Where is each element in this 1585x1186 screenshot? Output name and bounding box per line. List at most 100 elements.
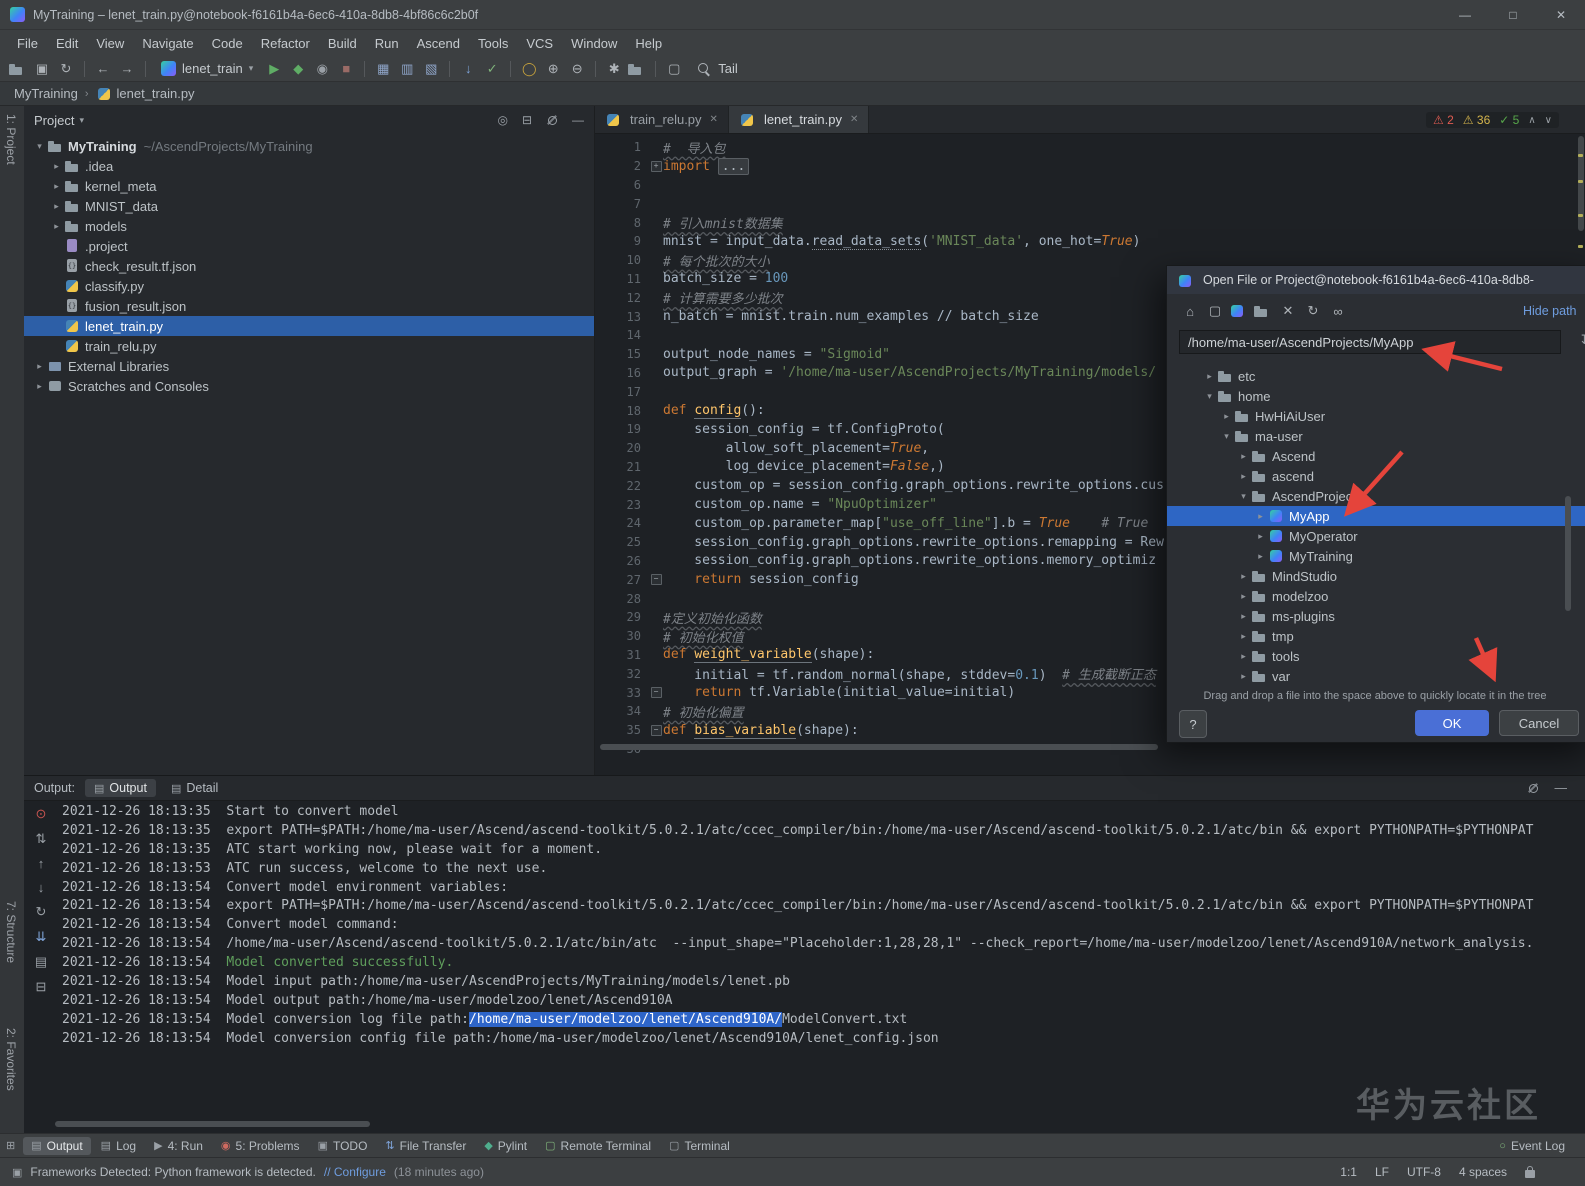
soft-wrap-icon[interactable]: ⇅	[36, 831, 47, 847]
menu-edit[interactable]: Edit	[47, 34, 87, 53]
clear-output-icon[interactable]: ⊟	[36, 979, 47, 995]
vcs-update-icon[interactable]: ↓	[457, 59, 479, 79]
prev-issue-icon[interactable]: ∧	[1528, 115, 1535, 126]
symlink-icon[interactable]: ∞	[1327, 301, 1349, 321]
output-horizontal-scrollbar[interactable]	[55, 1121, 370, 1127]
log-line[interactable]: 2021-12-26 18:13:54 export PATH=$PATH:/h…	[62, 896, 1585, 915]
chevron-right-icon[interactable]: ▸	[1253, 531, 1268, 542]
pin-icon[interactable]: ⊙	[36, 806, 47, 822]
chevron-right-icon[interactable]: ▸	[1236, 651, 1251, 662]
project-item-scratches-and-consoles[interactable]: ▸Scratches and Consoles	[24, 376, 594, 396]
hide-panel-icon[interactable]: —	[1555, 781, 1568, 795]
load-path-icon[interactable]: ↧	[1579, 332, 1585, 348]
menu-refactor[interactable]: Refactor	[252, 34, 319, 53]
chevron-right-icon[interactable]: ▸	[1202, 371, 1217, 382]
dialog-scrollbar[interactable]	[1565, 496, 1571, 611]
delete-icon[interactable]: ✕	[1277, 301, 1299, 321]
project-item-check-result-tf-json[interactable]: check_result.tf.json	[24, 256, 594, 276]
line-separator[interactable]: LF	[1375, 1165, 1389, 1179]
toolwindow-output-button[interactable]: ▤Output	[23, 1137, 90, 1155]
refresh-icon[interactable]: ↻	[1302, 301, 1324, 321]
log-line[interactable]: 2021-12-26 18:13:54 Convert model enviro…	[62, 878, 1585, 897]
output-tab-output[interactable]: ▤Output	[85, 779, 156, 797]
zoom-out-icon[interactable]: ⊖	[566, 59, 588, 79]
log-line[interactable]: 2021-12-26 18:13:53 ATC run success, wel…	[62, 859, 1585, 878]
chevron-right-icon[interactable]: ▸	[1236, 591, 1251, 602]
toolwindow-event-log-button[interactable]: ○Event Log	[1491, 1137, 1573, 1155]
lock-icon[interactable]	[1525, 1170, 1535, 1178]
menu-help[interactable]: Help	[626, 34, 671, 53]
project-item-project[interactable]: .project	[24, 236, 594, 256]
dialog-item-hwhiaiuser[interactable]: ▸HwHiAiUser	[1167, 406, 1585, 426]
run-icon[interactable]: ▶	[263, 59, 285, 79]
cancel-button[interactable]: Cancel	[1499, 710, 1579, 736]
chevron-right-icon[interactable]: ▸	[1236, 571, 1251, 582]
indent-setting[interactable]: 4 spaces	[1459, 1165, 1507, 1179]
dialog-item-modelzoo[interactable]: ▸modelzoo	[1167, 586, 1585, 606]
warning-stripe-mark[interactable]	[1578, 214, 1583, 217]
project-item-classify-py[interactable]: classify.py	[24, 276, 594, 296]
menu-build[interactable]: Build	[319, 34, 366, 53]
chevron-down-icon[interactable]: ▾	[79, 115, 84, 126]
hide-panel-icon[interactable]: —	[572, 113, 584, 127]
mute-breakpoints-icon[interactable]: ◯	[518, 59, 540, 79]
deploy-icon[interactable]: ▧	[420, 59, 442, 79]
chevron-down-icon[interactable]: ▾	[1202, 391, 1217, 402]
dialog-item-tmp[interactable]: ▸tmp	[1167, 626, 1585, 646]
dialog-item-var[interactable]: ▸var	[1167, 666, 1585, 686]
build-module-icon[interactable]: ▥	[396, 59, 418, 79]
gear-icon[interactable]	[1527, 782, 1539, 794]
fold-toggle-icon[interactable]: −	[651, 687, 662, 698]
dialog-item-tools[interactable]: ▸tools	[1167, 646, 1585, 666]
toolwindow-5-problems-button[interactable]: ◉5: Problems	[213, 1137, 308, 1155]
chevron-down-icon[interactable]: ▾	[1219, 431, 1234, 442]
code-line[interactable]: 7	[595, 194, 1585, 213]
chevron-right-icon[interactable]: ▸	[1253, 511, 1268, 522]
breadcrumb-item-lenet-train-py[interactable]: lenet_train.py	[96, 86, 195, 102]
toolwindow-project-stripe[interactable]: 1: Project	[4, 114, 18, 165]
menu-window[interactable]: Window	[562, 34, 626, 53]
toolwindow-terminal-button[interactable]: ▢Terminal	[661, 1137, 738, 1155]
chevron-right-icon[interactable]: ▸	[49, 201, 64, 212]
toolwindow-structure-stripe[interactable]: 7: Structure	[4, 901, 18, 963]
chevron-right-icon[interactable]: ▸	[1236, 631, 1251, 642]
chevron-right-icon[interactable]: ▸	[49, 181, 64, 192]
output-tab-detail[interactable]: ▤Detail	[162, 779, 227, 797]
log-line[interactable]: 2021-12-26 18:13:54 Model conversion log…	[62, 1010, 1585, 1029]
code-line[interactable]: 2+import ...	[595, 157, 1585, 176]
code-line[interactable]: 6	[595, 176, 1585, 195]
wrench-icon[interactable]: ✱	[603, 59, 625, 79]
dialog-item-mindstudio[interactable]: ▸MindStudio	[1167, 566, 1585, 586]
forward-icon[interactable]: →	[116, 59, 138, 79]
locate-file-icon[interactable]: ◎	[497, 113, 507, 127]
log-line[interactable]: 2021-12-26 18:13:35 Start to convert mod…	[62, 802, 1585, 821]
project-item-lenet-train-py[interactable]: lenet_train.py	[24, 316, 594, 336]
warning-stripe-mark[interactable]	[1578, 154, 1583, 157]
inspection-widget[interactable]: ⚠ 2 ⚠ 36 ✓ 5 ∧ ∨	[1426, 112, 1559, 128]
warning-stripe-mark[interactable]	[1578, 180, 1583, 183]
prev-message-icon[interactable]: ↑	[38, 856, 45, 871]
new-folder-icon[interactable]	[1253, 303, 1269, 319]
log-line[interactable]: 2021-12-26 18:13:35 export PATH=$PATH:/h…	[62, 821, 1585, 840]
chevron-right-icon[interactable]: ▸	[32, 361, 47, 372]
log-line[interactable]: 2021-12-26 18:13:54 Model conversion con…	[62, 1029, 1585, 1048]
open-project-icon[interactable]	[8, 61, 24, 77]
chevron-right-icon[interactable]: ▸	[32, 381, 47, 392]
minimize-icon[interactable]: —	[1441, 0, 1489, 30]
project-panel-title[interactable]: Project	[34, 113, 74, 128]
log-line[interactable]: 2021-12-26 18:13:35 ATC start working no…	[62, 840, 1585, 859]
breadcrumb-item-mytraining[interactable]: MyTraining	[14, 86, 78, 101]
file-encoding[interactable]: UTF-8	[1407, 1165, 1441, 1179]
project-item-mytraining[interactable]: ▾MyTraining~/AscendProjects/MyTraining	[24, 136, 594, 156]
build-icon[interactable]: ▦	[372, 59, 394, 79]
log-line[interactable]: 2021-12-26 18:13:54 Model input path:/ho…	[62, 972, 1585, 991]
chevron-right-icon[interactable]: ▸	[1236, 451, 1251, 462]
editor-tab-train-relu-py[interactable]: train_relu.py✕	[595, 106, 729, 133]
toolwindow-remote-terminal-button[interactable]: ▢Remote Terminal	[537, 1137, 659, 1155]
log-line[interactable]: 2021-12-26 18:13:54 /home/ma-user/Ascend…	[62, 934, 1585, 953]
code-line[interactable]: 9mnist = input_data.read_data_sets('MNIS…	[595, 232, 1585, 251]
log-line[interactable]: 2021-12-26 18:13:54 Model converted succ…	[62, 953, 1585, 972]
dialog-item-mytraining[interactable]: ▸MyTraining	[1167, 546, 1585, 566]
fold-toggle-icon[interactable]: −	[651, 574, 662, 585]
desktop-icon[interactable]: ▢	[1204, 301, 1226, 321]
